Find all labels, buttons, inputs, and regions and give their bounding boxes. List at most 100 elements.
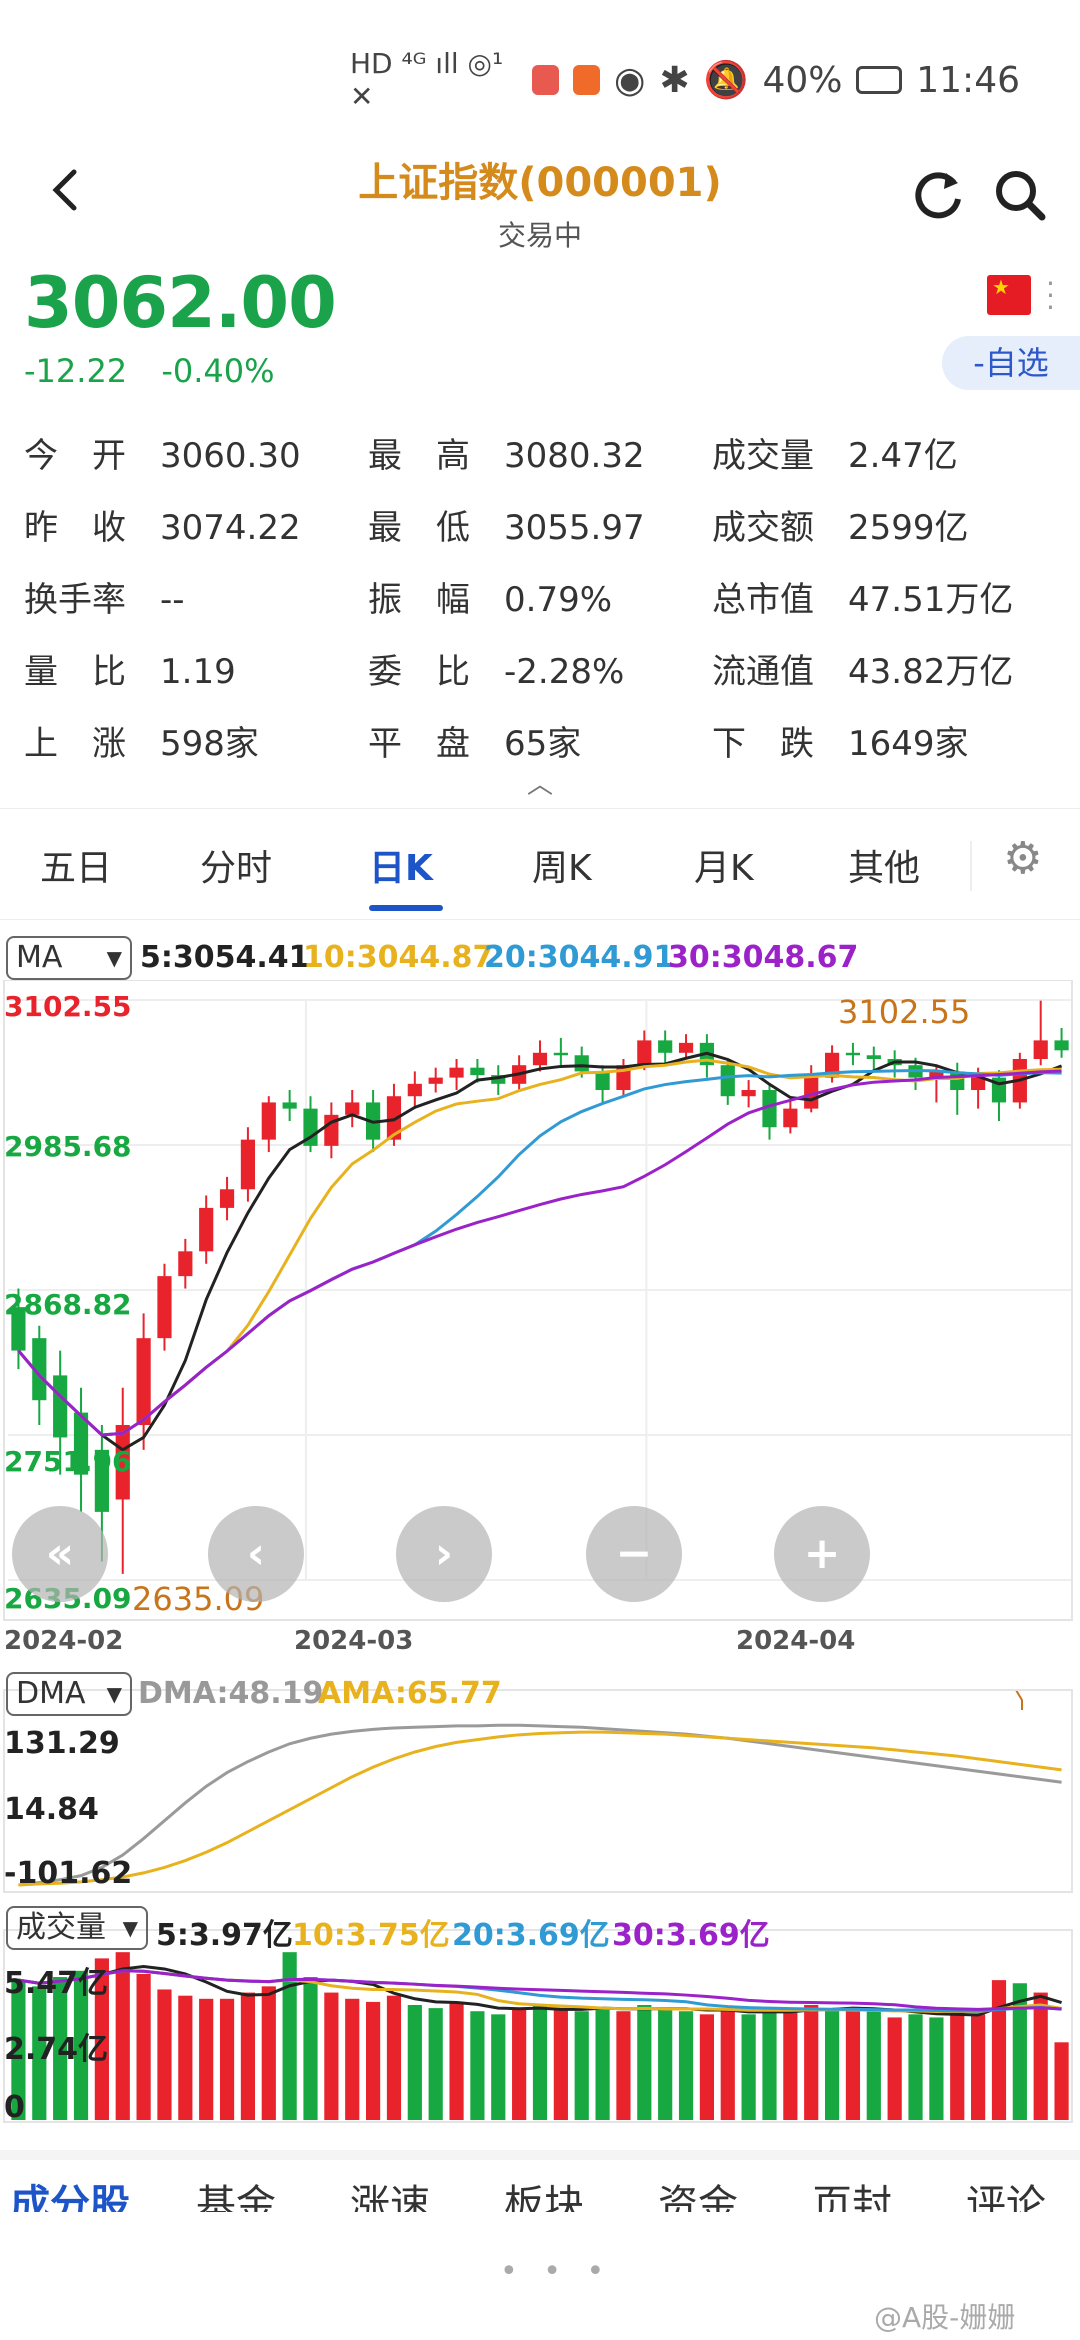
quote-label: 今 开 bbox=[24, 436, 126, 476]
pager-dots: • • • bbox=[500, 2254, 613, 2289]
more-icon[interactable]: · · · bbox=[1046, 270, 1055, 322]
ama-line bbox=[18, 1730, 1062, 1887]
volume-bar bbox=[804, 2005, 819, 2120]
candle-body bbox=[574, 1055, 589, 1072]
candle-body bbox=[470, 1067, 485, 1076]
watermark: @A股-姗姗 bbox=[874, 2301, 1016, 2334]
candle-body bbox=[199, 1207, 214, 1252]
tab-sector[interactable]: 板块 bbox=[504, 2172, 584, 2212]
quote-field: 下 跌 1649家 bbox=[712, 716, 969, 765]
tab-constituents[interactable]: 成分股 bbox=[10, 2172, 130, 2212]
candle-body bbox=[428, 1077, 443, 1084]
volume-bar bbox=[261, 1986, 276, 2120]
dma-selector[interactable]: DMA ▼ bbox=[6, 1672, 132, 1716]
tab-capital[interactable]: 资金 bbox=[658, 2172, 738, 2212]
volume-bar bbox=[741, 2014, 756, 2120]
candle-body bbox=[658, 1040, 673, 1053]
refresh-icon bbox=[915, 172, 961, 219]
tab-page[interactable]: 页封 bbox=[812, 2172, 892, 2212]
watchlist-button[interactable]: -自选 bbox=[942, 336, 1080, 390]
tab-weekly-k[interactable]: 周K bbox=[532, 839, 592, 891]
quote-field: 委 比 -2.28% bbox=[368, 644, 624, 693]
volume-bar bbox=[991, 1980, 1007, 2120]
volume-bar bbox=[386, 1995, 402, 2120]
clock: 11:46 bbox=[916, 59, 1020, 101]
tab-five-day[interactable]: 五日 bbox=[40, 839, 112, 891]
volume-bar bbox=[866, 2011, 881, 2120]
dma-line bbox=[18, 1723, 1062, 1887]
scroll-right-button[interactable]: › bbox=[396, 1506, 492, 1602]
quote-value: -- bbox=[160, 580, 185, 620]
tab-speed[interactable]: 涨速 bbox=[350, 2172, 430, 2212]
quote-value: 2599亿 bbox=[848, 508, 969, 548]
search-button[interactable] bbox=[990, 165, 1050, 225]
candle-body bbox=[553, 1052, 568, 1056]
volume-bar bbox=[971, 2014, 986, 2120]
refresh-button[interactable] bbox=[908, 165, 968, 225]
status-bar: HD ⁴ᴳ ıll ◎¹ ✕ ◉ ✱ 🔕 40% 11:46 bbox=[350, 47, 1020, 113]
volume-bar bbox=[470, 2011, 485, 2120]
battery-icon bbox=[856, 66, 903, 94]
y-mid-label: 2985.68 bbox=[4, 1130, 132, 1163]
candle-body bbox=[449, 1067, 464, 1078]
ma10-value: 10:3044.87 bbox=[303, 940, 494, 975]
quote-value: -2.28% bbox=[504, 652, 625, 692]
quote-label: 下 跌 bbox=[712, 724, 814, 764]
volume-bar bbox=[574, 2011, 589, 2120]
ma-selector[interactable]: MA ▼ bbox=[6, 936, 132, 980]
quote-field: 最 低 3055.97 bbox=[368, 500, 645, 549]
search-icon bbox=[996, 171, 1046, 221]
volume-bar bbox=[950, 2011, 965, 2120]
kline-chart[interactable] bbox=[0, 980, 1080, 2140]
zoom-in-button[interactable]: + bbox=[774, 1506, 870, 1602]
y-low-label: 2751.96 bbox=[4, 1445, 132, 1478]
volume-bar bbox=[887, 2017, 902, 2120]
quote-field: 成交额 2599亿 bbox=[712, 500, 969, 549]
quote-label: 量 比 bbox=[24, 652, 126, 692]
tab-funds[interactable]: 基金 bbox=[196, 2172, 276, 2212]
tab-comments[interactable]: 评论 bbox=[966, 2172, 1046, 2212]
quote-field: 今 开 3060.30 bbox=[24, 428, 301, 477]
bottom-tabs: 成分股 基金 涨速 板块 资金 页封 评论 bbox=[0, 2172, 1080, 2212]
volume-bar bbox=[616, 2011, 631, 2120]
volume-selector[interactable]: 成交量 ▼ bbox=[6, 1906, 148, 1950]
volume-bar bbox=[345, 1998, 360, 2120]
tab-other[interactable]: 其他 bbox=[848, 839, 920, 891]
scroll-left-button[interactable]: ‹ bbox=[208, 1506, 304, 1602]
price-change: -12.22 -0.40% bbox=[24, 352, 299, 390]
gear-icon[interactable]: ⚙ bbox=[1003, 833, 1042, 884]
date-label: 2024-03 bbox=[294, 1626, 414, 1656]
volume-bar bbox=[303, 1977, 318, 2120]
quote-field: 成交量 2.47亿 bbox=[712, 428, 958, 477]
volume-bar bbox=[595, 2008, 610, 2120]
ma5-value: 5:3054.41 bbox=[140, 940, 310, 975]
quote-value: 2.47亿 bbox=[848, 436, 958, 476]
volume-bar bbox=[366, 2001, 381, 2120]
quote-value: 3080.32 bbox=[504, 436, 645, 476]
zoom-out-button[interactable]: − bbox=[586, 1506, 682, 1602]
candle-body bbox=[345, 1102, 360, 1115]
mute-icon: 🔕 bbox=[703, 60, 749, 101]
volume-bar bbox=[136, 1973, 151, 2120]
current-price: 3062.00 bbox=[24, 262, 337, 344]
volume-bar bbox=[762, 2008, 777, 2120]
collapse-icon[interactable]: ︿ bbox=[527, 764, 553, 801]
active-tab-indicator bbox=[369, 905, 443, 911]
candle-body bbox=[136, 1338, 151, 1426]
candle-body bbox=[741, 1090, 756, 1097]
quote-value: 65家 bbox=[504, 724, 582, 764]
candle-body bbox=[261, 1102, 276, 1140]
volume-bar bbox=[658, 2008, 673, 2120]
volume-bar bbox=[678, 2011, 694, 2120]
dma-value: DMA:48.19 bbox=[138, 1676, 324, 1711]
scroll-left-fast-button[interactable]: « bbox=[12, 1506, 108, 1602]
tab-daily-k[interactable]: 日K bbox=[369, 839, 433, 891]
high-note: 3102.55 bbox=[838, 993, 971, 1031]
volume-bar bbox=[491, 2014, 506, 2120]
ama-value: AMA:65.77 bbox=[318, 1676, 502, 1711]
tab-monthly-k[interactable]: 月K bbox=[694, 839, 754, 891]
volume-bar bbox=[512, 2008, 527, 2120]
tab-intraday[interactable]: 分时 bbox=[200, 839, 272, 891]
candle-body bbox=[407, 1083, 422, 1097]
candle-body bbox=[845, 1052, 861, 1056]
